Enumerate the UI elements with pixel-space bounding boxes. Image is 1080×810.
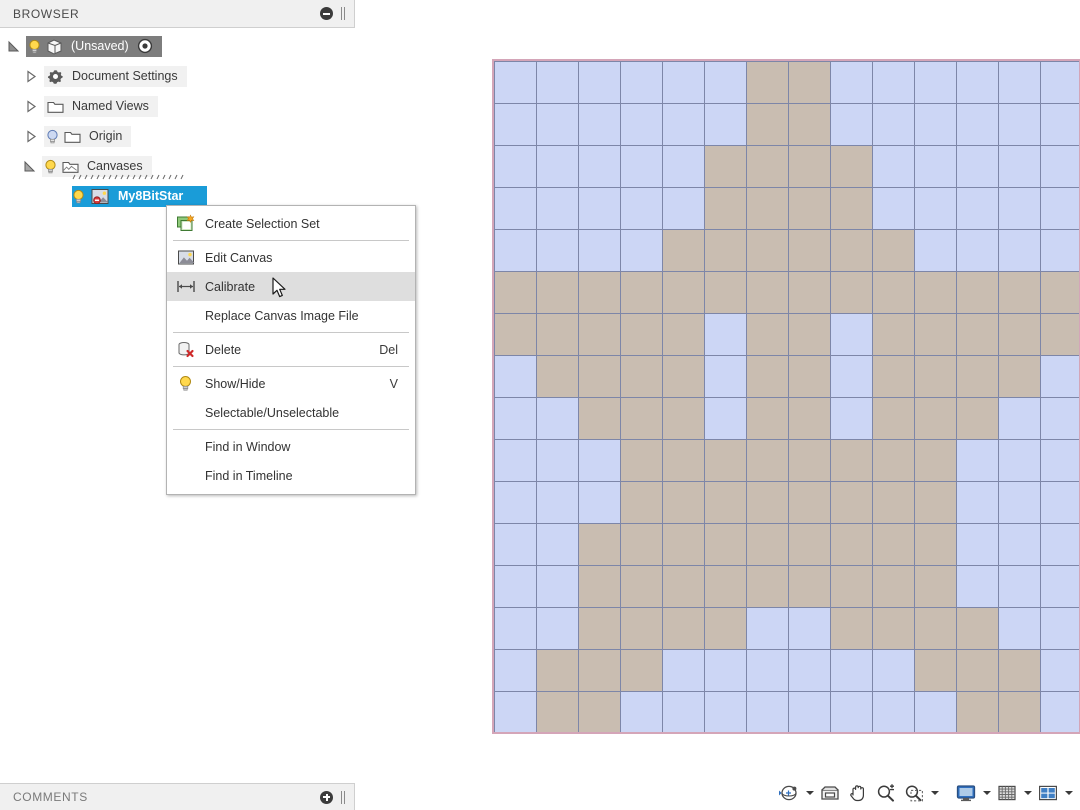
zoom-window-dropdown-caret-icon[interactable] bbox=[929, 780, 940, 806]
tree-row-hit[interactable]: Canvases bbox=[42, 155, 152, 177]
menu-separator bbox=[173, 240, 409, 241]
navigation-toolbar bbox=[776, 778, 1074, 808]
grid-snaps-icon[interactable] bbox=[994, 780, 1020, 806]
tree-row[interactable]: Named Views bbox=[0, 95, 355, 117]
display-settings-dropdown-caret-icon[interactable] bbox=[981, 780, 992, 806]
panel-grip-icon[interactable] bbox=[339, 790, 347, 805]
browser-tree: (Unsaved) Document Settings Named Views … bbox=[0, 28, 355, 207]
menu-item-calibrate[interactable]: Calibrate bbox=[167, 272, 415, 301]
menu-item-find-in-window[interactable]: Find in Window bbox=[167, 432, 415, 461]
menu-item-shortcut: V bbox=[389, 376, 398, 391]
collapsed-triangle-icon[interactable] bbox=[24, 129, 39, 144]
tree-row[interactable]: My8BitStar bbox=[0, 185, 355, 207]
canvas-folder-icon bbox=[61, 158, 80, 175]
tree-row-hit[interactable]: Document Settings bbox=[44, 65, 187, 87]
menu-item-label: Edit Canvas bbox=[205, 250, 273, 265]
expanded-triangle-icon[interactable] bbox=[22, 159, 37, 174]
tree-row-label: Document Settings bbox=[72, 69, 178, 83]
menu-separator bbox=[173, 366, 409, 367]
menu-item-label: Selectable/Unselectable bbox=[205, 405, 340, 420]
fusion360-window: BROWSER (Unsaved) Document Settings Name… bbox=[0, 0, 1080, 810]
tree-row-hit[interactable]: Origin bbox=[44, 125, 132, 147]
canvas-image-icon bbox=[89, 187, 111, 206]
menu-item-label: Find in Window bbox=[205, 439, 291, 454]
lightbulb-off-icon[interactable] bbox=[44, 128, 61, 145]
menu-item-shortcut: Del bbox=[379, 342, 398, 357]
zoom-icon[interactable] bbox=[873, 780, 899, 806]
panel-grip-icon[interactable] bbox=[339, 6, 347, 21]
menu-item-selectable-unselectable[interactable]: Selectable/Unselectable bbox=[167, 398, 415, 427]
comments-panel: COMMENTS bbox=[0, 783, 355, 810]
plus-circle-icon[interactable] bbox=[320, 790, 333, 804]
tree-row-label: Named Views bbox=[72, 99, 149, 113]
tree-row[interactable]: Canvases bbox=[0, 155, 355, 180]
browser-header-icons bbox=[320, 0, 350, 27]
menu-item-label: Delete bbox=[205, 342, 242, 357]
menu-item-show-hide[interactable]: Show/Hide V bbox=[167, 369, 415, 398]
folder-icon bbox=[46, 98, 65, 115]
canvas-border bbox=[492, 59, 1080, 734]
cube-icon bbox=[45, 38, 64, 55]
comments-panel-title: COMMENTS bbox=[13, 790, 88, 804]
collapsed-triangle-icon[interactable] bbox=[24, 99, 39, 114]
tree-row[interactable]: Origin bbox=[0, 125, 355, 147]
menu-item-label: Calibrate bbox=[205, 279, 256, 294]
menu-item-edit-canvas[interactable]: Edit Canvas bbox=[167, 243, 415, 272]
browser-panel-title: BROWSER bbox=[13, 6, 80, 21]
menu-item-label: Replace Canvas Image File bbox=[205, 308, 359, 323]
tree-row-label: Canvases bbox=[87, 159, 143, 173]
canvas-context-menu: Create Selection Set Edit Canvas Calibra… bbox=[166, 205, 416, 495]
folder-icon bbox=[63, 128, 82, 145]
tree-row[interactable]: Document Settings bbox=[0, 65, 355, 87]
create-selection-set-icon bbox=[176, 214, 196, 233]
expanded-triangle-icon[interactable] bbox=[6, 39, 21, 54]
menu-item-replace-canvas-image-file[interactable]: Replace Canvas Image File bbox=[167, 301, 415, 330]
lightbulb-on-icon[interactable] bbox=[70, 188, 87, 205]
pan-hand-icon[interactable] bbox=[845, 780, 871, 806]
tree-row-label: My8BitStar bbox=[118, 189, 184, 203]
look-at-icon[interactable] bbox=[817, 780, 843, 806]
delete-icon bbox=[176, 340, 196, 359]
menu-item-label: Find in Timeline bbox=[205, 468, 293, 483]
menu-item-create-selection-set[interactable]: Create Selection Set bbox=[167, 209, 415, 238]
menu-item-delete[interactable]: Delete Del bbox=[167, 335, 415, 364]
tree-row-label: Origin bbox=[89, 129, 123, 143]
target-dot-icon[interactable] bbox=[137, 38, 153, 54]
calibrate-icon bbox=[176, 277, 196, 296]
orbit-icon[interactable] bbox=[776, 780, 802, 806]
menu-separator bbox=[173, 332, 409, 333]
lightbulb-on-icon[interactable] bbox=[26, 38, 43, 55]
browser-panel: BROWSER (Unsaved) Document Settings Name… bbox=[0, 0, 416, 783]
lightbulb-icon bbox=[176, 374, 196, 393]
canvas-image-my8bitstar[interactable] bbox=[492, 59, 1080, 734]
menu-separator bbox=[173, 429, 409, 430]
display-settings-icon[interactable] bbox=[953, 780, 979, 806]
tree-row-label: (Unsaved) bbox=[71, 39, 129, 53]
browser-panel-header: BROWSER bbox=[0, 0, 355, 28]
menu-item-find-in-timeline[interactable]: Find in Timeline bbox=[167, 461, 415, 490]
viewports-dropdown-caret-icon[interactable] bbox=[1063, 780, 1074, 806]
tree-row-hit[interactable]: My8BitStar bbox=[70, 185, 208, 207]
collapsed-triangle-icon[interactable] bbox=[24, 69, 39, 84]
tree-row[interactable]: (Unsaved) bbox=[0, 35, 355, 57]
zoom-window-icon[interactable] bbox=[901, 780, 927, 806]
menu-item-label: Show/Hide bbox=[205, 376, 266, 391]
comments-header-icons bbox=[320, 784, 350, 810]
orbit-dropdown-caret-icon[interactable] bbox=[804, 780, 815, 806]
lightbulb-on-icon[interactable] bbox=[42, 158, 59, 175]
tree-row-hit[interactable]: Named Views bbox=[44, 95, 158, 117]
viewports-icon[interactable] bbox=[1035, 780, 1061, 806]
tree-row-hit[interactable]: (Unsaved) bbox=[26, 35, 162, 57]
menu-item-label: Create Selection Set bbox=[205, 216, 320, 231]
gear-icon bbox=[46, 68, 65, 85]
edit-canvas-icon bbox=[176, 248, 196, 267]
grid-snaps-dropdown-caret-icon[interactable] bbox=[1022, 780, 1033, 806]
minus-circle-icon[interactable] bbox=[320, 7, 333, 20]
